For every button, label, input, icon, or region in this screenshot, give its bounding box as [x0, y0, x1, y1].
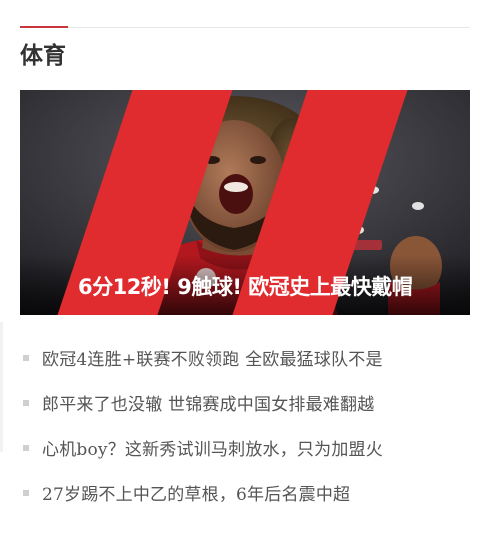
- scroll-edge-marker: [0, 322, 3, 452]
- news-link[interactable]: 心机boy？这新秀试训马刺放水，只为加盟火: [42, 435, 383, 460]
- bullet-square-icon: [23, 354, 29, 361]
- news-link[interactable]: 欧冠4连胜+联赛不败领跑 全欧最猛球队不是: [42, 345, 383, 370]
- news-item[interactable]: 心机boy？这新秀试训马刺放水，只为加盟火: [20, 425, 470, 470]
- hero-news-card[interactable]: 6分12秒! 9触球! 欧冠史上最快戴帽: [20, 90, 470, 315]
- news-item[interactable]: 欧冠4连胜+联赛不败领跑 全欧最猛球队不是: [20, 335, 470, 380]
- section-title: 体育: [20, 43, 66, 69]
- news-list: 欧冠4连胜+联赛不败领跑 全欧最猛球队不是 郎平来了也没辙 世锦赛成中国女排最难…: [20, 335, 470, 515]
- news-link[interactable]: 郎平来了也没辙 世锦赛成中国女排最难翻越: [42, 390, 374, 415]
- hero-title: 6分12秒! 9触球! 欧冠史上最快戴帽: [78, 275, 413, 299]
- news-link[interactable]: 27岁踢不上中乙的草根，6年后名震中超: [42, 480, 350, 505]
- news-item[interactable]: 郎平来了也没辙 世锦赛成中国女排最难翻越: [20, 380, 470, 425]
- bullet-square-icon: [23, 444, 29, 451]
- section-divider: [20, 26, 470, 28]
- bullet-square-icon: [23, 489, 29, 496]
- news-item[interactable]: 27岁踢不上中乙的草根，6年后名震中超: [20, 470, 470, 515]
- bullet-square-icon: [23, 399, 29, 406]
- section-accent-bar: [20, 26, 68, 28]
